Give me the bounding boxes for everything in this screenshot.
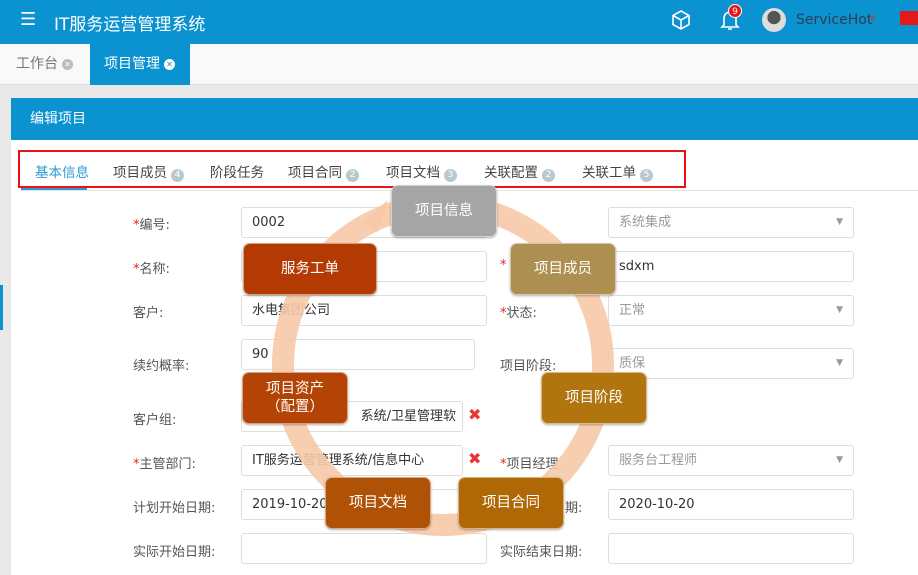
node-project-info: 项目信息 (391, 185, 497, 237)
node-project-assets: 项目资产 （配置） (242, 372, 348, 424)
node-service-tickets: 服务工单 (243, 243, 377, 295)
node-project-members: 项目成员 (510, 243, 616, 295)
node-project-documents: 项目文档 (325, 477, 431, 529)
node-project-contract: 项目合同 (458, 477, 564, 529)
node-project-phase: 项目阶段 (541, 372, 647, 424)
